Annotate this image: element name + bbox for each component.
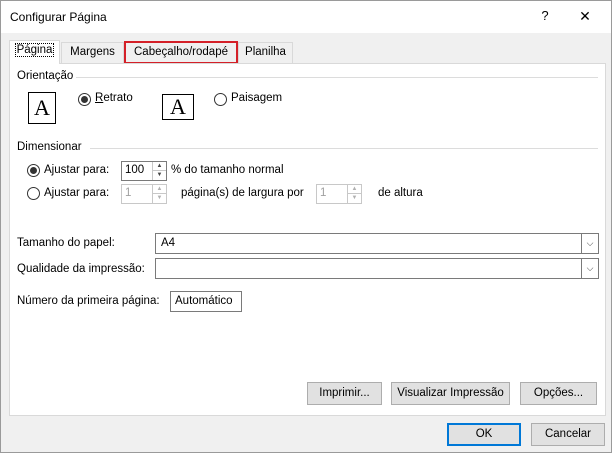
options-button[interactable]: Opções... (520, 382, 597, 405)
fit-tall-value: 1 (320, 187, 327, 199)
tab-margens[interactable]: Margens (61, 42, 124, 63)
first-page-number-label: Número da primeira página: (17, 295, 160, 307)
portrait-radio[interactable] (78, 93, 91, 106)
adjust-to-value: 100 (125, 164, 145, 176)
paper-size-select[interactable]: A4 ⌵ (155, 233, 599, 254)
landscape-radio[interactable] (214, 93, 227, 106)
dialog-title: Configurar Página (10, 10, 107, 24)
fit-wide-suffix: página(s) de largura por (181, 187, 304, 199)
adjust-to-suffix: % do tamanho normal (171, 164, 284, 176)
portrait-label[interactable]: Retrato (95, 92, 133, 104)
adjust-to-spinner[interactable]: 100 ▲ ▼ (121, 161, 167, 181)
orientation-divider (76, 77, 598, 78)
tab-planilha-label: Planilha (245, 46, 286, 58)
spin-up-icon[interactable]: ▲ (348, 185, 361, 194)
adjust-to-spin-buttons: ▲ ▼ (152, 162, 166, 180)
first-page-number-value: Automático (175, 295, 233, 307)
chevron-down-icon[interactable]: ⌵ (581, 234, 598, 253)
portrait-label-text: etrato (103, 92, 133, 104)
paper-size-value: A4 (161, 237, 176, 249)
portrait-page-icon: A (28, 92, 56, 124)
scaling-divider (90, 148, 598, 149)
tab-cabecalho-rodape[interactable]: Cabeçalho/rodapé (124, 41, 238, 64)
spin-down-icon[interactable]: ▼ (153, 171, 166, 180)
fit-to-label[interactable]: Ajustar para: (44, 187, 109, 199)
tab-pagina[interactable]: Página (9, 40, 60, 64)
paper-size-label: Tamanho do papel: (17, 237, 115, 249)
print-button[interactable]: Imprimir... (307, 382, 382, 405)
tab-margens-label: Margens (70, 46, 115, 58)
print-quality-label: Qualidade da impressão: (17, 263, 145, 275)
first-page-number-input[interactable]: Automático (170, 291, 242, 312)
scaling-group-label: Dimensionar (17, 141, 85, 153)
help-button[interactable]: ? (535, 6, 555, 26)
print-quality-select[interactable]: ⌵ (155, 258, 599, 279)
spin-up-icon[interactable]: ▲ (153, 162, 166, 171)
fit-wide-value: 1 (125, 187, 132, 199)
spin-up-icon[interactable]: ▲ (153, 185, 166, 194)
tab-pagina-label: Página (14, 43, 55, 57)
fit-tall-suffix: de altura (378, 187, 423, 199)
landscape-page-icon: A (162, 94, 194, 120)
fit-to-radio[interactable] (27, 187, 40, 200)
print-preview-button[interactable]: Visualizar Impressão (391, 382, 510, 405)
close-button[interactable]: ✕ (573, 6, 597, 26)
fit-tall-spin-buttons: ▲ ▼ (347, 185, 361, 203)
spin-down-icon[interactable]: ▼ (153, 194, 166, 203)
ok-button[interactable]: OK (447, 423, 521, 446)
cancel-button[interactable]: Cancelar (531, 423, 605, 446)
spin-down-icon[interactable]: ▼ (348, 194, 361, 203)
tab-panel-pagina: Orientação A Retrato A Paisagem Dimensio… (9, 63, 606, 416)
fit-tall-spinner[interactable]: 1 ▲ ▼ (316, 184, 362, 204)
orientation-group-label: Orientação (17, 70, 77, 82)
fit-wide-spin-buttons: ▲ ▼ (152, 185, 166, 203)
adjust-to-radio[interactable] (27, 164, 40, 177)
title-bar: Configurar Página ? ✕ (1, 1, 611, 33)
chevron-down-icon[interactable]: ⌵ (581, 259, 598, 278)
fit-wide-spinner[interactable]: 1 ▲ ▼ (121, 184, 167, 204)
tab-planilha[interactable]: Planilha (238, 42, 293, 63)
page-setup-dialog: Configurar Página ? ✕ Página Margens Cab… (0, 0, 612, 453)
landscape-label[interactable]: Paisagem (231, 92, 282, 104)
adjust-to-label[interactable]: Ajustar para: (44, 164, 109, 176)
tab-cabecalho-rodape-label: Cabeçalho/rodapé (134, 46, 228, 58)
